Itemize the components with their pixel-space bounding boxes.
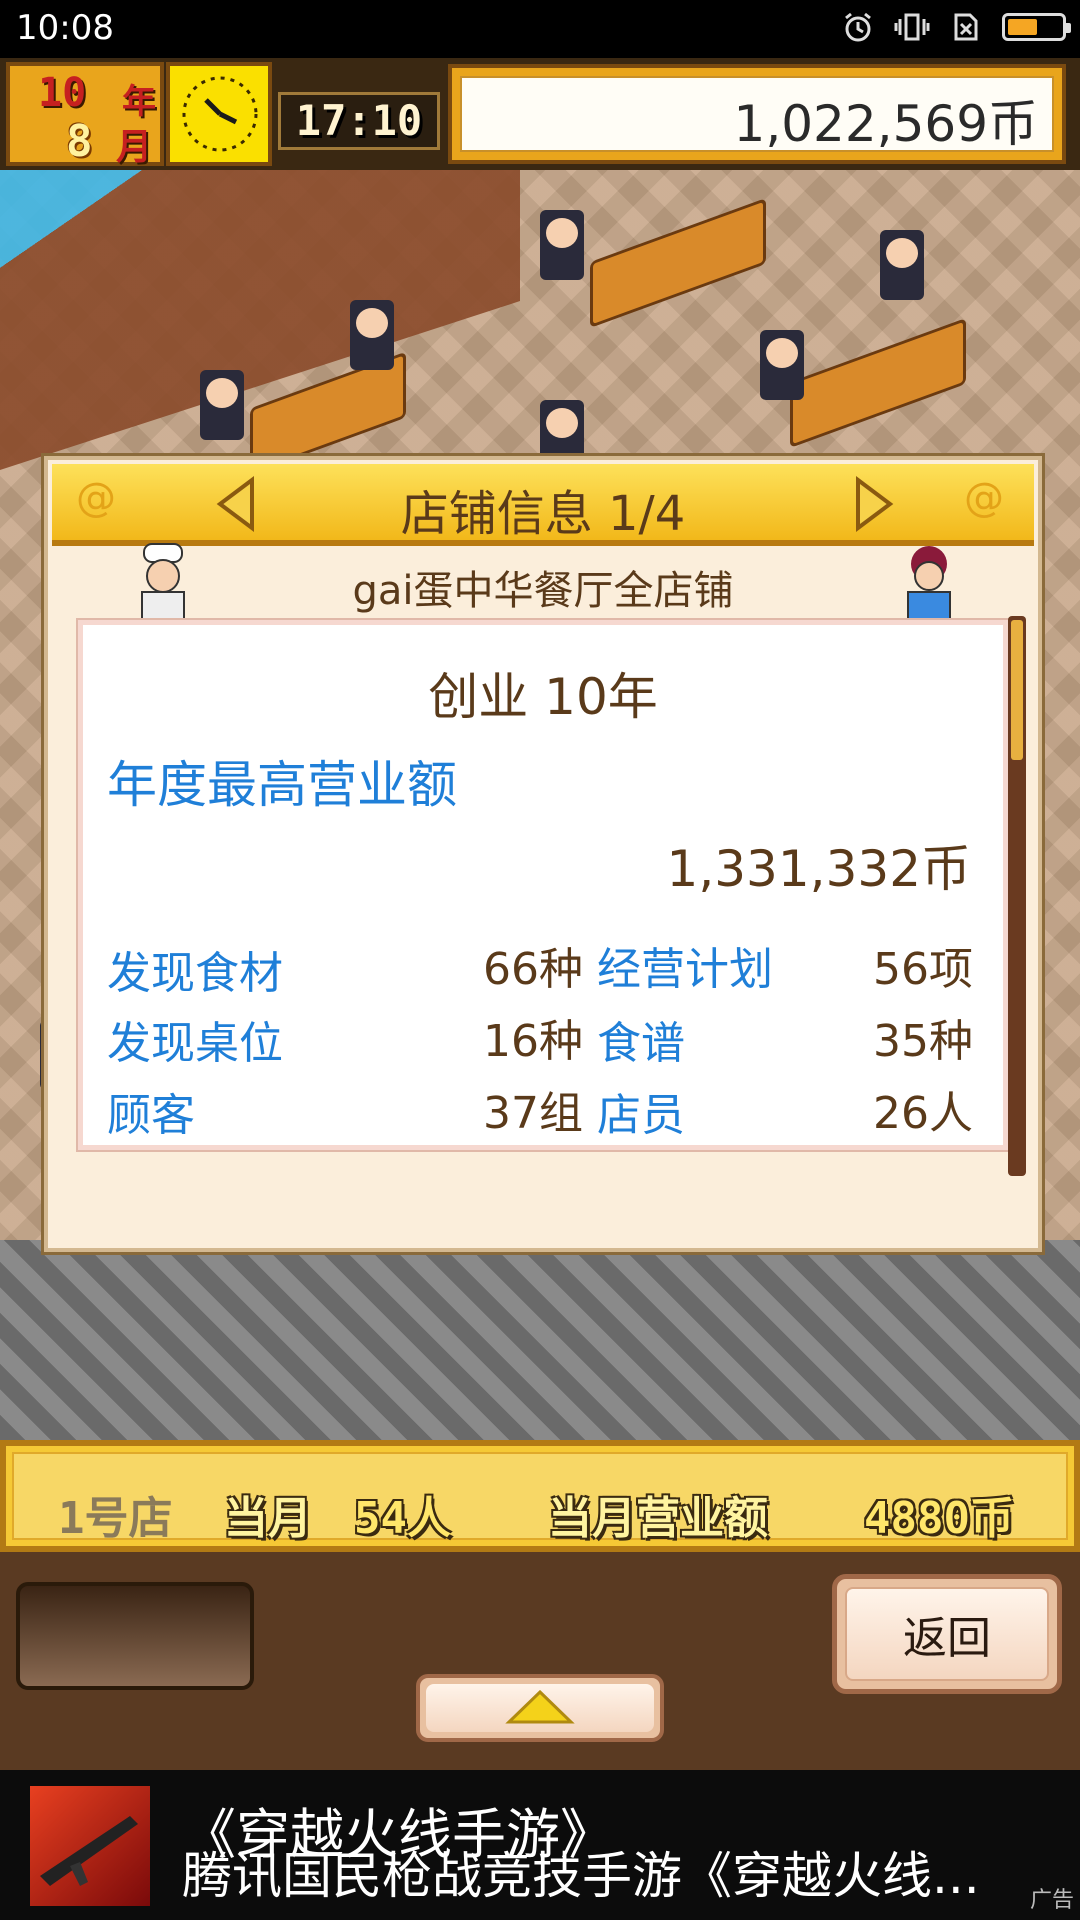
stat-label-recipes: 食谱 (597, 1018, 685, 1069)
store-info-dialog: @ @ 店铺信息 1/4 gai蛋中华餐厅全店铺 创业 10年 年度最高营业额 … (44, 456, 1042, 1252)
customer-sprite (540, 210, 584, 280)
store-number: 1号店 (58, 1493, 173, 1544)
customer-sprite (200, 370, 244, 440)
ad-thumbnail (30, 1786, 150, 1906)
year-label: 年 (122, 82, 156, 122)
stat-label-plans: 经营计划 (597, 944, 773, 995)
clock-icon (166, 62, 272, 166)
arrow-right-icon (856, 476, 894, 532)
store-status-bar: 1号店 当月 54人 当月营业额 4880币 (0, 1440, 1080, 1552)
monthly-sales-value: 4880币 (864, 1493, 1014, 1544)
stat-value-tables: 16种 (483, 1016, 583, 1067)
money-panel: 1,022,569币 (460, 76, 1054, 153)
stat-label-staff: 店员 (597, 1090, 685, 1141)
dining-table (790, 317, 966, 449)
waitress-avatar (894, 542, 964, 622)
founding-years: 创业 10年 (428, 668, 658, 726)
ad-banner[interactable]: 《穿越火线手游》 腾讯国民枪战竞技手游《穿越火线... 广告 (0, 1770, 1080, 1920)
rifle-icon (40, 1816, 138, 1886)
next-page-button[interactable] (848, 476, 898, 532)
status-bar: 10:08 (0, 0, 1080, 58)
expand-button-face (426, 1684, 654, 1732)
status-icons (840, 10, 1071, 44)
return-button-label: 返回 (845, 1587, 1049, 1681)
stat-value-customers: 37组 (483, 1088, 583, 1139)
triangle-up-icon (505, 1690, 575, 1724)
store-name: gai蛋中华餐厅全店铺 (352, 568, 734, 614)
customer-sprite (880, 230, 924, 300)
game-time: 17:10 (278, 92, 440, 150)
control-panel: 返回 (0, 1552, 1080, 1770)
year-number: 10 (38, 70, 87, 116)
empty-slot (16, 1582, 254, 1690)
stat-label-customers: 顾客 (107, 1090, 195, 1141)
status-bar-inner: 1号店 当月 54人 当月营业额 4880币 (12, 1452, 1068, 1544)
store-stats-card: 创业 10年 年度最高营业额 1,331,332币 发现食材 66种 经营计划 … (78, 620, 1008, 1150)
monthly-customers: 54人 (354, 1493, 451, 1544)
dialog-scrollbar[interactable] (1008, 616, 1026, 1176)
customer-sprite (760, 330, 804, 400)
customer-sprite (350, 300, 394, 370)
ad-label: 广告 (1029, 1888, 1074, 1913)
stat-label-tables: 发现桌位 (107, 1018, 283, 1069)
month-number: 8 (66, 116, 93, 167)
dining-table (590, 197, 766, 329)
scrollbar-thumb[interactable] (1011, 620, 1023, 760)
stat-value-plans: 56项 (873, 944, 973, 995)
top-hud: 10 年 8 月 17:10 1,022,569币 (0, 58, 1080, 170)
stat-value-ingredients: 66种 (483, 944, 583, 995)
money-display: 1,022,569币 (448, 64, 1066, 164)
stat-value-recipes: 35种 (873, 1016, 973, 1067)
return-button[interactable]: 返回 (832, 1574, 1062, 1694)
battery-icon (1002, 13, 1071, 41)
month-label: 月 (116, 127, 153, 168)
vibrate-icon (894, 10, 930, 44)
stat-label-ingredients: 发现食材 (107, 948, 283, 999)
expand-menu-button[interactable] (416, 1674, 664, 1742)
status-time: 10:08 (16, 8, 114, 48)
no-sim-icon (948, 10, 984, 44)
money-value: 1,022,569币 (733, 95, 1038, 153)
best-sales-label: 年度最高营业额 (107, 756, 457, 814)
month-tag: 当月 (224, 1493, 312, 1544)
date-display: 10 年 8 月 (6, 62, 164, 168)
dialog-header: @ @ 店铺信息 1/4 (52, 464, 1034, 546)
stone-floor (0, 1240, 1080, 1440)
best-sales-value: 1,331,332币 (666, 840, 971, 898)
stat-value-staff: 26人 (873, 1088, 973, 1139)
battery-fill (1008, 19, 1037, 35)
ad-description: 腾讯国民枪战竞技手游《穿越火线... (182, 1847, 980, 1905)
monthly-sales-tag: 当月营业额 (548, 1493, 768, 1544)
alarm-icon (840, 10, 876, 44)
